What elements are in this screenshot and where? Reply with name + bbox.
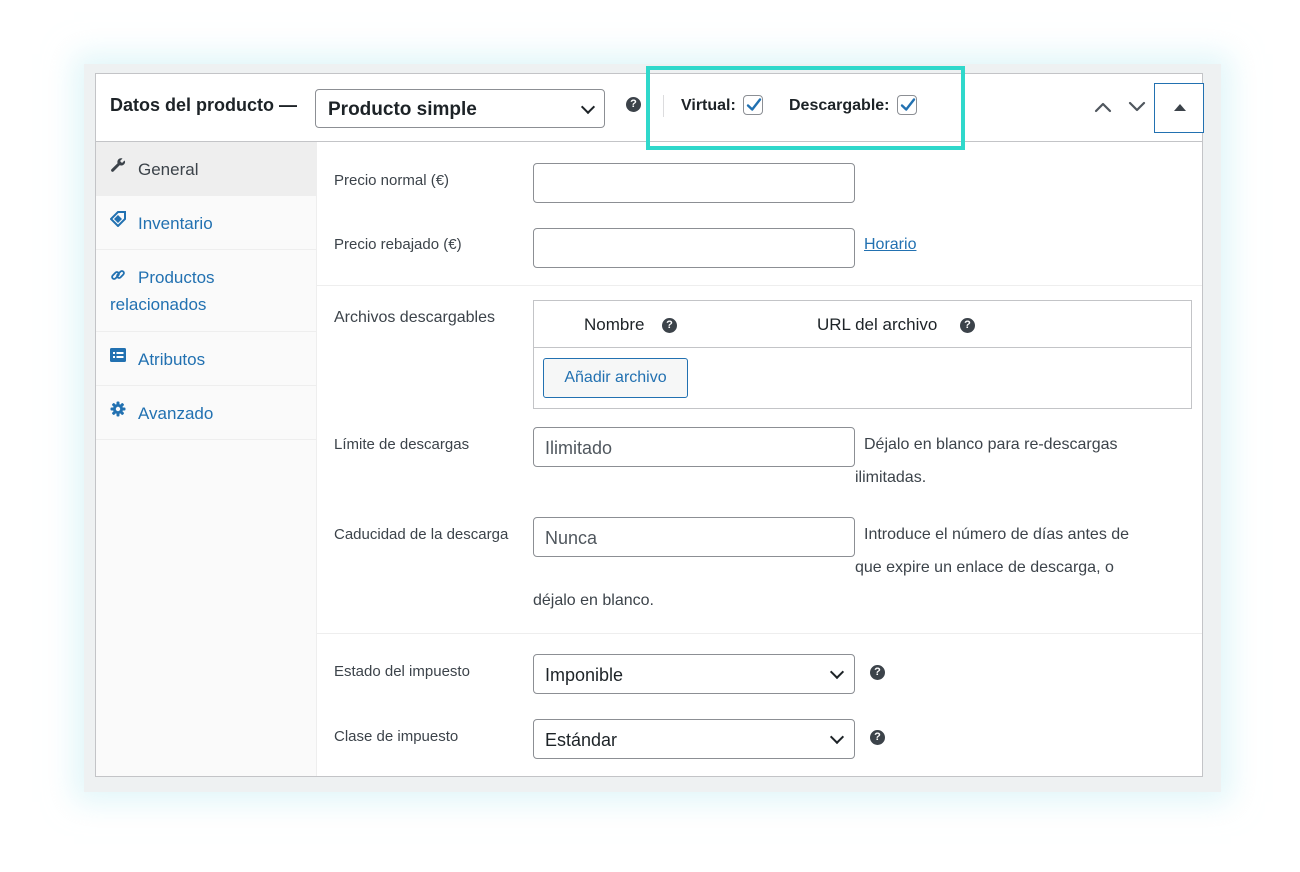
tax-status-label: Estado del impuesto bbox=[334, 663, 470, 680]
download-limit-desc-2: ilimitadas. bbox=[855, 469, 927, 486]
download-limit-desc-1: Déjalo en blanco para re-descargas bbox=[864, 436, 1118, 453]
section-divider bbox=[317, 633, 1202, 634]
tax-class-select[interactable]: Estándar bbox=[533, 719, 855, 759]
move-down-icon[interactable] bbox=[1128, 100, 1146, 114]
product-data-tabs: General Inventario Productos relacionado… bbox=[96, 142, 317, 776]
add-file-button[interactable]: Añadir archivo bbox=[543, 358, 688, 398]
tab-advanced[interactable]: Avanzado bbox=[96, 386, 316, 440]
tax-class-value: Estándar bbox=[545, 730, 618, 750]
files-col-url: URL del archivo bbox=[817, 315, 938, 334]
download-expiry-desc-2: que expire un enlace de descarga, o bbox=[855, 559, 1114, 576]
panel-title: Datos del producto — bbox=[110, 95, 298, 115]
tab-linked-products[interactable]: Productos relacionados bbox=[96, 250, 316, 332]
files-col-name: Nombre bbox=[584, 315, 645, 334]
gear-icon bbox=[110, 401, 126, 420]
chevron-down-icon bbox=[829, 729, 845, 745]
triangle-up-icon bbox=[1174, 104, 1186, 111]
tab-linked-products-label: Productos bbox=[138, 268, 215, 287]
files-table-header: Nombre ? URL del archivo ? bbox=[534, 301, 1191, 348]
tab-general[interactable]: General bbox=[96, 142, 316, 196]
help-icon[interactable]: ? bbox=[626, 97, 641, 112]
sale-price-input[interactable] bbox=[533, 228, 855, 268]
tab-attributes[interactable]: Atributos bbox=[96, 332, 316, 386]
tab-attributes-label: Atributos bbox=[138, 350, 206, 369]
tax-status-select[interactable]: Imponible bbox=[533, 654, 855, 694]
wrench-icon bbox=[110, 157, 126, 176]
checkbox-highlight-frame bbox=[646, 66, 965, 150]
download-expiry-desc-1: Introduce el número de días antes de bbox=[864, 526, 1130, 543]
tab-inventory[interactable]: Inventario bbox=[96, 196, 316, 250]
tax-class-label: Clase de impuesto bbox=[334, 728, 459, 745]
download-expiry-input[interactable]: Nunca bbox=[533, 517, 855, 557]
tab-general-label: General bbox=[138, 160, 199, 179]
product-data-panel: Datos del producto — Producto simple ? V… bbox=[95, 73, 1204, 777]
link-icon bbox=[110, 267, 126, 286]
section-divider bbox=[317, 285, 1202, 286]
downloadable-files-table: Nombre ? URL del archivo ? Añadir archiv… bbox=[533, 300, 1192, 409]
toggle-panel-button[interactable] bbox=[1154, 83, 1204, 133]
sale-price-label: Precio rebajado (€) bbox=[334, 236, 462, 253]
help-icon[interactable]: ? bbox=[960, 318, 975, 333]
download-limit-placeholder: Ilimitado bbox=[545, 438, 613, 458]
chevron-down-icon bbox=[580, 99, 596, 115]
download-expiry-placeholder: Nunca bbox=[545, 528, 598, 548]
help-icon[interactable]: ? bbox=[870, 730, 885, 745]
move-up-icon[interactable] bbox=[1094, 100, 1112, 114]
tag-icon bbox=[109, 211, 126, 230]
schedule-link[interactable]: Horario bbox=[864, 236, 916, 254]
general-options: Precio normal (€) Precio rebajado (€) Ho… bbox=[317, 142, 1202, 776]
regular-price-label: Precio normal (€) bbox=[334, 172, 450, 189]
downloadable-files-label: Archivos descargables bbox=[334, 309, 495, 326]
help-icon[interactable]: ? bbox=[870, 665, 885, 680]
download-limit-input[interactable]: Ilimitado bbox=[533, 427, 855, 467]
product-type-select[interactable]: Producto simple bbox=[315, 89, 605, 128]
tab-inventory-label: Inventario bbox=[138, 214, 213, 233]
help-icon[interactable]: ? bbox=[662, 318, 677, 333]
chevron-down-icon bbox=[829, 664, 845, 680]
product-type-value: Producto simple bbox=[328, 99, 477, 120]
tax-status-value: Imponible bbox=[545, 665, 624, 685]
tab-linked-products-label-2: relacionados bbox=[110, 295, 207, 314]
download-limit-label: Límite de descargas bbox=[334, 436, 470, 453]
download-expiry-label: Caducidad de la descarga bbox=[334, 526, 509, 543]
download-expiry-desc-3: déjalo en blanco. bbox=[533, 592, 654, 609]
regular-price-input[interactable] bbox=[533, 163, 855, 203]
list-icon bbox=[110, 348, 126, 365]
tab-advanced-label: Avanzado bbox=[138, 404, 214, 423]
